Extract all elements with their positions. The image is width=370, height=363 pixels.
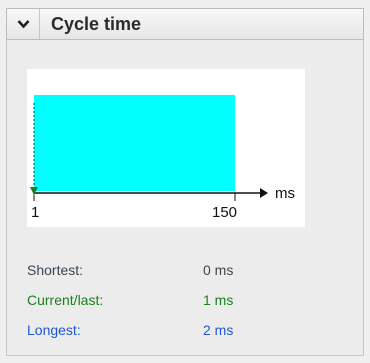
- shortest-label: Shortest:: [27, 262, 84, 278]
- current-value: 1 ms: [203, 292, 234, 308]
- collapse-button[interactable]: [7, 9, 40, 39]
- stat-row-shortest: Shortest: 0 ms: [27, 260, 277, 290]
- current-label: Current/last:: [27, 292, 104, 308]
- cycle-time-panel: Cycle time 1 150 ms Shortest: 0 ms Curre…: [0, 0, 370, 363]
- cycle-range-bar: [34, 95, 235, 191]
- x-axis-unit-label: ms: [275, 185, 295, 202]
- stat-row-current: Current/last: 1 ms: [27, 290, 277, 320]
- longest-value: 2 ms: [203, 322, 234, 338]
- tick-label-150: 150: [212, 204, 237, 221]
- tick-label-1: 1: [31, 204, 39, 221]
- cycle-time-stats: Shortest: 0 ms Current/last: 1 ms Longes…: [27, 260, 277, 350]
- chevron-down-icon: [17, 20, 30, 29]
- stat-row-longest: Longest: 2 ms: [27, 320, 277, 350]
- panel-body: 1 150 ms Shortest: 0 ms Current/last: 1 …: [6, 40, 364, 356]
- x-axis-arrow: [260, 188, 268, 198]
- shortest-value: 0 ms: [203, 262, 234, 278]
- panel-header: Cycle time: [6, 8, 364, 40]
- chart-svg: 1 150 ms: [30, 95, 295, 221]
- panel-title: Cycle time: [51, 14, 142, 34]
- longest-label: Longest:: [27, 322, 81, 338]
- cycle-time-chart: 1 150 ms: [27, 69, 305, 227]
